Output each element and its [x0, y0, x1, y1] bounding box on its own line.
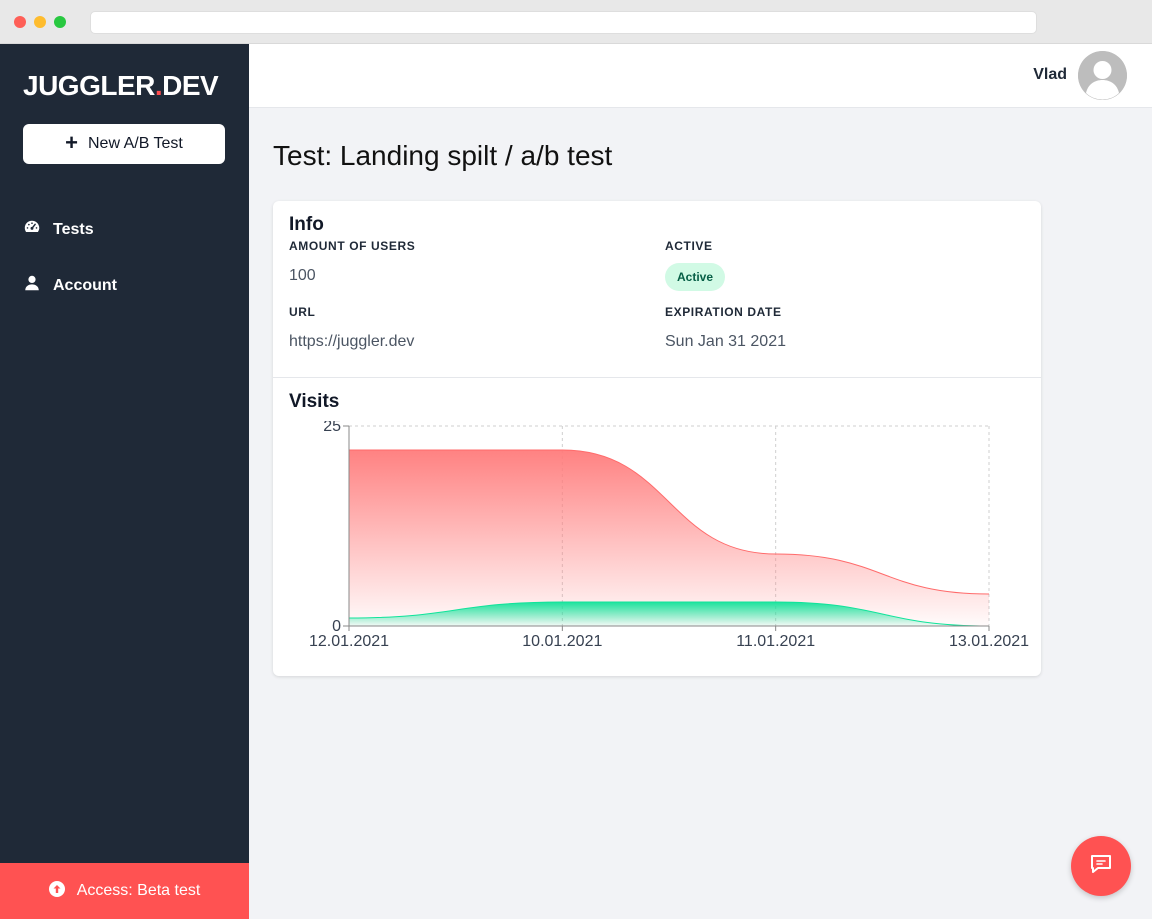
plus-icon: +	[65, 130, 78, 155]
beta-access-button[interactable]: Access: Beta test	[0, 863, 249, 919]
x-tick-label: 10.01.2021	[522, 633, 602, 650]
new-ab-test-button[interactable]: + New A/B Test	[23, 124, 225, 164]
section-divider	[273, 377, 1041, 378]
sidebar-item-account[interactable]: Account	[23, 274, 117, 297]
x-tick-label: 12.01.2021	[309, 633, 389, 650]
amount-of-users-label: AMOUNT OF USERS	[289, 239, 416, 253]
sidebar-item-label: Tests	[53, 220, 94, 238]
chat-bubble-icon	[1088, 851, 1114, 882]
minimize-window-button[interactable]	[34, 16, 46, 28]
top-header: Vlad	[249, 44, 1152, 108]
user-icon	[23, 274, 41, 297]
address-bar[interactable]	[90, 11, 1037, 34]
test-details-card: Info AMOUNT OF USERS 100 ACTIVE Active U…	[273, 201, 1041, 676]
expiration-date-label: EXPIRATION DATE	[665, 305, 782, 319]
browser-toolbar	[0, 0, 1152, 44]
amount-of-users-value: 100	[289, 267, 316, 284]
visits-chart: 02512.01.2021 10.01.2021 11.01.2021 13.01.2…	[309, 421, 1029, 650]
arrow-up-circle-icon	[48, 880, 65, 902]
url-label: URL	[289, 305, 316, 319]
dashboard-gauge-icon	[23, 218, 41, 241]
expiration-date-value: Sun Jan 31 2021	[665, 333, 786, 350]
app-logo[interactable]: JUGGLER.DEV	[23, 70, 219, 102]
user-avatar-icon[interactable]	[1078, 51, 1127, 100]
close-window-button[interactable]	[14, 16, 26, 28]
y-tick-label: 25	[323, 421, 341, 435]
beta-access-label: Access: Beta test	[76, 882, 201, 899]
x-tick-label: 13.01.2021	[949, 633, 1029, 650]
new-ab-test-label: New A/B Test	[88, 135, 183, 152]
series-1-area	[349, 450, 989, 626]
sidebar: JUGGLER.DEV + New A/B Test Tests Account…	[0, 44, 249, 919]
info-title: Info	[289, 214, 324, 235]
sidebar-item-label: Account	[53, 276, 117, 294]
chat-button[interactable]	[1071, 836, 1131, 896]
url-value: https://juggler.dev	[289, 333, 415, 350]
sidebar-item-tests[interactable]: Tests	[23, 218, 94, 241]
page-title: Test: Landing spilt / a/b test	[273, 140, 613, 171]
active-label: ACTIVE	[665, 239, 713, 253]
visits-title: Visits	[289, 391, 340, 412]
main-content: Test: Landing spilt / a/b test Info AMOU…	[249, 108, 1152, 919]
maximize-window-button[interactable]	[54, 16, 66, 28]
x-tick-label: 11.01.2021	[736, 633, 815, 650]
status-badge: Active	[665, 263, 726, 291]
user-name[interactable]: Vlad	[1033, 66, 1067, 84]
